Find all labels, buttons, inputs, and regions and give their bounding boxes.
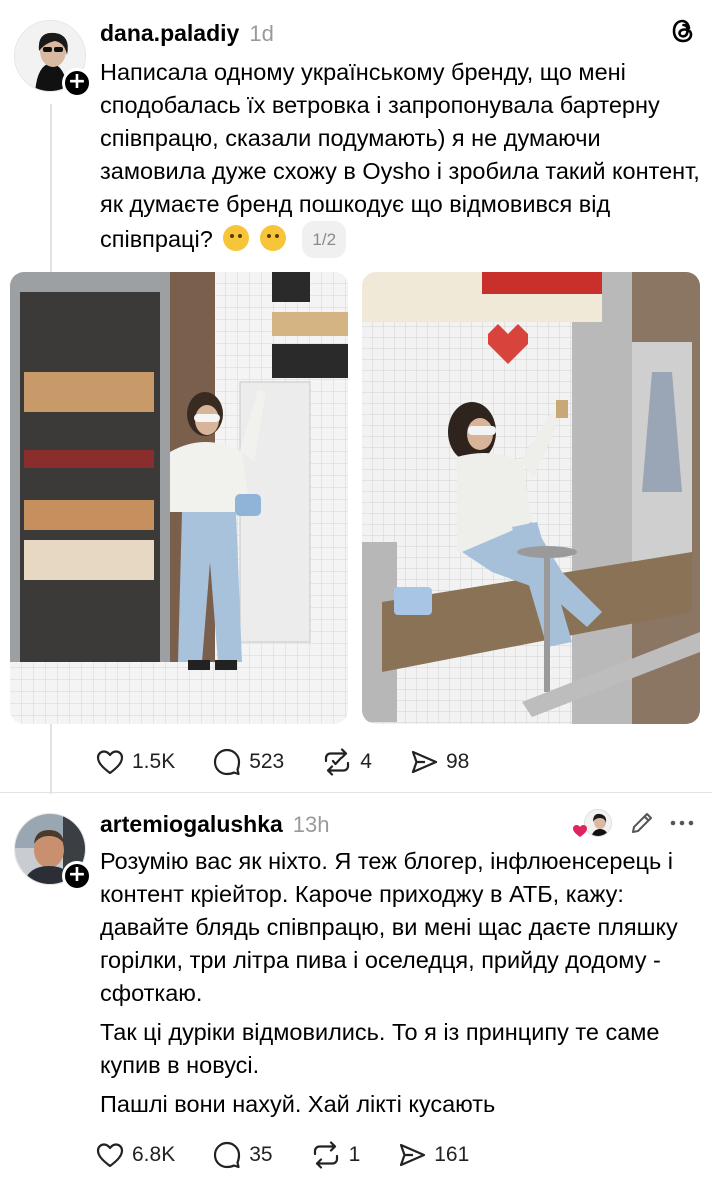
post-text-content: Написала одному українському бренду, що … (100, 59, 700, 252)
reply-author-avatar-wrap[interactable]: + (14, 813, 92, 891)
post-header: dana.paladiy 1d (100, 20, 274, 47)
post-author-avatar-wrap[interactable]: + (14, 20, 92, 98)
reply-header: artemiogalushka 13h (100, 811, 330, 838)
like-button[interactable]: 1.5K (96, 749, 175, 775)
reply-timestamp: 13h (292, 812, 330, 837)
reply-count: 35 (249, 1143, 273, 1166)
post-username[interactable]: dana.paladiy (100, 20, 239, 47)
share-count: 98 (445, 750, 470, 773)
post-main: + dana.paladiy 1d Написала одному україн… (0, 0, 712, 794)
reply-button[interactable]: 523 (213, 748, 284, 776)
post-actions: 1.5K 523 4 98 (96, 748, 507, 776)
post-divider (0, 792, 712, 793)
reply-count: 523 (249, 750, 285, 773)
like-count: 6.8K (132, 1143, 176, 1166)
like-button[interactable]: 6.8K (96, 1142, 175, 1168)
reply-paragraph: Пашлі вони нахуй. Хай лікті кусають (100, 1091, 496, 1117)
repost-icon (325, 748, 350, 776)
speech-bubble-icon (214, 1141, 241, 1169)
like-count: 1.5K (132, 750, 176, 773)
threads-logo-icon[interactable] (668, 16, 698, 46)
plus-icon[interactable]: + (62, 68, 92, 98)
reply-actions: 6.8K 35 1 161 (96, 1141, 507, 1169)
share-button[interactable]: 161 (398, 1142, 469, 1168)
reply-paragraph: Розумію вас як ніхто. Я теж блогер, інфл… (100, 848, 678, 1006)
post-photo-1[interactable] (10, 272, 348, 724)
red-heart-icon (573, 825, 587, 837)
post-timestamp: 1d (249, 21, 274, 46)
post-reply: + artemiogalushka 13h Розумію вас як ніх… (0, 795, 712, 1200)
repost-count: 4 (360, 750, 372, 773)
pencil-icon[interactable] (628, 809, 656, 837)
reply-header-actions (572, 809, 696, 837)
repost-button[interactable]: 1 (311, 1141, 361, 1169)
speech-bubble-icon (214, 748, 241, 776)
reply-paragraph: Так ці дуріки відмовились. То я із принц… (100, 1019, 660, 1078)
post-photo-2[interactable] (362, 272, 700, 724)
heart-icon (96, 1143, 124, 1168)
reply-button[interactable]: 35 (213, 1141, 273, 1169)
thinking-face-icon (223, 225, 250, 251)
image-pager-badge: 1/2 (302, 221, 347, 258)
send-icon (400, 1143, 426, 1167)
more-dots-icon[interactable] (668, 809, 696, 837)
repost-count: 1 (348, 1143, 361, 1166)
plus-icon[interactable]: + (62, 861, 92, 891)
share-button[interactable]: 98 (410, 749, 469, 775)
send-icon (411, 750, 438, 774)
heart-icon (96, 750, 124, 775)
repost-button[interactable]: 4 (322, 748, 372, 776)
reply-username[interactable]: artemiogalushka (100, 811, 283, 838)
hand-over-mouth-face-icon (259, 225, 286, 251)
post-text: Написала одному українському бренду, що … (100, 56, 700, 258)
reply-text: Розумію вас як ніхто. Я теж блогер, інфл… (100, 845, 690, 1127)
liked-by-author-avatar[interactable] (584, 809, 612, 837)
share-count: 161 (434, 1143, 470, 1166)
repost-icon (313, 1141, 338, 1169)
